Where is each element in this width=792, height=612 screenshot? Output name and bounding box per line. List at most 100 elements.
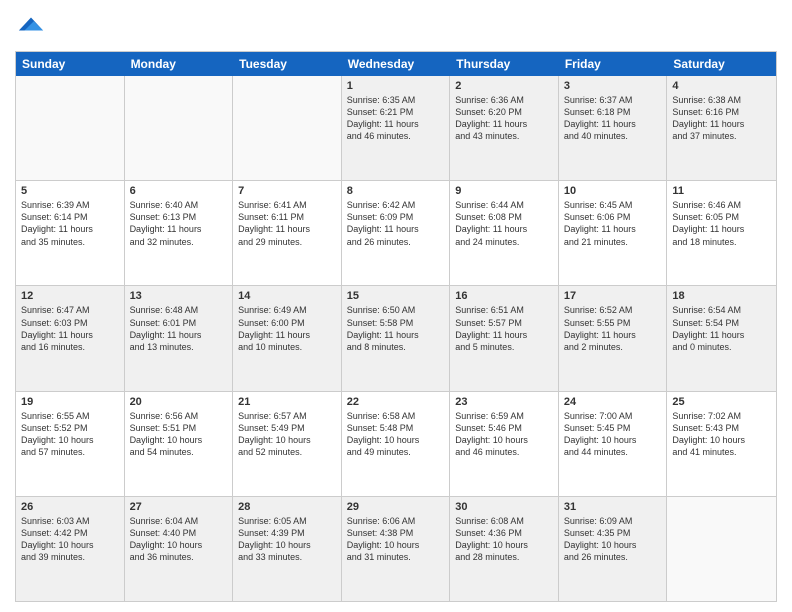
day-info: Sunrise: 6:36 AM Sunset: 6:20 PM Dayligh… [455, 94, 553, 143]
day-number: 6 [130, 185, 228, 197]
day-number: 24 [564, 396, 662, 408]
calendar-cell: 1 Sunrise: 6:35 AM Sunset: 6:21 PM Daylig… [342, 76, 451, 180]
calendar-cell: 28 Sunrise: 6:05 AM Sunset: 4:39 PM Dayli… [233, 497, 342, 601]
calendar-cell: 26 Sunrise: 6:03 AM Sunset: 4:42 PM Dayli… [16, 497, 125, 601]
calendar-cell: 23Sunrise: 6:59 AM Sunset: 5:46 PM Dayli… [450, 392, 559, 496]
calendar-cell: 7 Sunrise: 6:41 AM Sunset: 6:11 PM Daylig… [233, 181, 342, 285]
day-number: 20 [130, 396, 228, 408]
day-number: 17 [564, 290, 662, 302]
day-number: 27 [130, 501, 228, 513]
day-info: Sunrise: 6:49 AM Sunset: 6:00 PM Dayligh… [238, 304, 336, 353]
calendar-cell: 9 Sunrise: 6:44 AM Sunset: 6:08 PM Daylig… [450, 181, 559, 285]
day-info: Sunrise: 6:06 AM Sunset: 4:38 PM Dayligh… [347, 515, 445, 564]
calendar-cell: 20 Sunrise: 6:56 AM Sunset: 5:51 PM Dayli… [125, 392, 234, 496]
day-info: Sunrise: 6:46 AM Sunset: 6:05 PM Dayligh… [672, 199, 771, 248]
calendar-cell: 8 Sunrise: 6:42 AM Sunset: 6:09 PM Daylig… [342, 181, 451, 285]
day-number: 11 [672, 185, 771, 197]
day-number: 22 [347, 396, 445, 408]
calendar: SundayMondayTuesdayWednesdayThursdayFrid… [15, 51, 777, 602]
calendar-row: 5 Sunrise: 6:39 AM Sunset: 6:14 PM Daylig… [16, 180, 776, 285]
calendar-cell [125, 76, 234, 180]
calendar-cell: 13Sunrise: 6:48 AM Sunset: 6:01 PM Dayli… [125, 286, 234, 390]
day-info: Sunrise: 6:03 AM Sunset: 4:42 PM Dayligh… [21, 515, 119, 564]
calendar-cell: 2 Sunrise: 6:36 AM Sunset: 6:20 PM Daylig… [450, 76, 559, 180]
day-info: Sunrise: 6:41 AM Sunset: 6:11 PM Dayligh… [238, 199, 336, 248]
day-info: Sunrise: 6:48 AM Sunset: 6:01 PM Dayligh… [130, 304, 228, 353]
calendar-cell: 3Sunrise: 6:37 AM Sunset: 6:18 PM Daylig… [559, 76, 668, 180]
day-info: Sunrise: 6:57 AM Sunset: 5:49 PM Dayligh… [238, 410, 336, 459]
calendar-cell: 11 Sunrise: 6:46 AM Sunset: 6:05 PM Dayli… [667, 181, 776, 285]
weekday-header: Saturday [667, 52, 776, 76]
weekday-header: Tuesday [233, 52, 342, 76]
day-number: 8 [347, 185, 445, 197]
day-number: 23 [455, 396, 553, 408]
calendar-cell: 4 Sunrise: 6:38 AM Sunset: 6:16 PM Daylig… [667, 76, 776, 180]
day-number: 9 [455, 185, 553, 197]
day-info: Sunrise: 6:47 AM Sunset: 6:03 PM Dayligh… [21, 304, 119, 353]
calendar-row: 19 Sunrise: 6:55 AM Sunset: 5:52 PM Dayli… [16, 391, 776, 496]
day-number: 2 [455, 80, 553, 92]
calendar-row: 12 Sunrise: 6:47 AM Sunset: 6:03 PM Dayli… [16, 285, 776, 390]
logo [15, 10, 45, 43]
day-number: 26 [21, 501, 119, 513]
day-info: Sunrise: 6:38 AM Sunset: 6:16 PM Dayligh… [672, 94, 771, 143]
calendar-cell: 14 Sunrise: 6:49 AM Sunset: 6:00 PM Dayli… [233, 286, 342, 390]
day-number: 21 [238, 396, 336, 408]
calendar-cell: 21 Sunrise: 6:57 AM Sunset: 5:49 PM Dayli… [233, 392, 342, 496]
weekday-header: Friday [559, 52, 668, 76]
day-number: 10 [564, 185, 662, 197]
day-info: Sunrise: 6:56 AM Sunset: 5:51 PM Dayligh… [130, 410, 228, 459]
day-info: Sunrise: 6:08 AM Sunset: 4:36 PM Dayligh… [455, 515, 553, 564]
day-number: 25 [672, 396, 771, 408]
day-number: 16 [455, 290, 553, 302]
calendar-cell: 6 Sunrise: 6:40 AM Sunset: 6:13 PM Daylig… [125, 181, 234, 285]
calendar-cell: 18Sunrise: 6:54 AM Sunset: 5:54 PM Dayli… [667, 286, 776, 390]
calendar-cell: 24Sunrise: 7:00 AM Sunset: 5:45 PM Dayli… [559, 392, 668, 496]
day-number: 1 [347, 80, 445, 92]
calendar-cell: 19 Sunrise: 6:55 AM Sunset: 5:52 PM Dayli… [16, 392, 125, 496]
calendar-cell: 30 Sunrise: 6:08 AM Sunset: 4:36 PM Dayli… [450, 497, 559, 601]
day-number: 19 [21, 396, 119, 408]
calendar-cell: 17 Sunrise: 6:52 AM Sunset: 5:55 PM Dayli… [559, 286, 668, 390]
day-info: Sunrise: 6:37 AM Sunset: 6:18 PM Dayligh… [564, 94, 662, 143]
day-info: Sunrise: 6:45 AM Sunset: 6:06 PM Dayligh… [564, 199, 662, 248]
calendar-cell: 10 Sunrise: 6:45 AM Sunset: 6:06 PM Dayli… [559, 181, 668, 285]
calendar-cell [233, 76, 342, 180]
calendar-cell: 16Sunrise: 6:51 AM Sunset: 5:57 PM Dayli… [450, 286, 559, 390]
day-info: Sunrise: 6:35 AM Sunset: 6:21 PM Dayligh… [347, 94, 445, 143]
calendar-cell: 22 Sunrise: 6:58 AM Sunset: 5:48 PM Dayli… [342, 392, 451, 496]
day-info: Sunrise: 6:44 AM Sunset: 6:08 PM Dayligh… [455, 199, 553, 248]
day-info: Sunrise: 6:58 AM Sunset: 5:48 PM Dayligh… [347, 410, 445, 459]
weekday-header: Wednesday [342, 52, 451, 76]
calendar-cell: 25Sunrise: 7:02 AM Sunset: 5:43 PM Dayli… [667, 392, 776, 496]
day-number: 31 [564, 501, 662, 513]
day-info: Sunrise: 6:09 AM Sunset: 4:35 PM Dayligh… [564, 515, 662, 564]
calendar-cell: 12 Sunrise: 6:47 AM Sunset: 6:03 PM Dayli… [16, 286, 125, 390]
calendar-header: SundayMondayTuesdayWednesdayThursdayFrid… [16, 52, 776, 76]
logo-icon [17, 10, 45, 38]
day-number: 12 [21, 290, 119, 302]
weekday-header: Thursday [450, 52, 559, 76]
calendar-cell: 27 Sunrise: 6:04 AM Sunset: 4:40 PM Dayli… [125, 497, 234, 601]
day-info: Sunrise: 6:52 AM Sunset: 5:55 PM Dayligh… [564, 304, 662, 353]
page-header [15, 10, 777, 43]
calendar-body: 1 Sunrise: 6:35 AM Sunset: 6:21 PM Daylig… [16, 76, 776, 601]
calendar-cell: 29Sunrise: 6:06 AM Sunset: 4:38 PM Dayli… [342, 497, 451, 601]
day-info: Sunrise: 6:42 AM Sunset: 6:09 PM Dayligh… [347, 199, 445, 248]
day-number: 28 [238, 501, 336, 513]
weekday-header: Sunday [16, 52, 125, 76]
day-number: 30 [455, 501, 553, 513]
weekday-header: Monday [125, 52, 234, 76]
day-info: Sunrise: 6:55 AM Sunset: 5:52 PM Dayligh… [21, 410, 119, 459]
day-number: 14 [238, 290, 336, 302]
day-info: Sunrise: 6:40 AM Sunset: 6:13 PM Dayligh… [130, 199, 228, 248]
day-info: Sunrise: 6:05 AM Sunset: 4:39 PM Dayligh… [238, 515, 336, 564]
day-info: Sunrise: 6:39 AM Sunset: 6:14 PM Dayligh… [21, 199, 119, 248]
day-number: 7 [238, 185, 336, 197]
day-number: 18 [672, 290, 771, 302]
day-info: Sunrise: 6:04 AM Sunset: 4:40 PM Dayligh… [130, 515, 228, 564]
day-number: 4 [672, 80, 771, 92]
calendar-cell [16, 76, 125, 180]
day-number: 5 [21, 185, 119, 197]
calendar-cell [667, 497, 776, 601]
